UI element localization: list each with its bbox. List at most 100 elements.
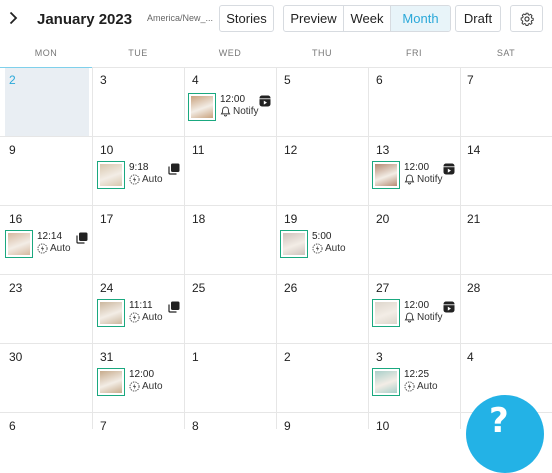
day-number[interactable]: 26 bbox=[284, 281, 297, 295]
day-number[interactable]: 10 bbox=[100, 143, 113, 157]
post-mode: Auto bbox=[129, 381, 163, 392]
day-number[interactable]: 19 bbox=[284, 212, 297, 226]
thumb-image bbox=[8, 233, 30, 255]
day-number[interactable]: 11 bbox=[192, 143, 204, 157]
bell-icon bbox=[220, 106, 231, 117]
carousel-icon bbox=[168, 301, 180, 313]
draft-button[interactable]: Draft bbox=[455, 5, 501, 32]
day-number[interactable]: 10 bbox=[376, 419, 389, 433]
post-time: 9:18 bbox=[129, 162, 149, 173]
post-time: 12:14 bbox=[37, 231, 63, 242]
thumb-image bbox=[375, 371, 397, 393]
day-number[interactable]: 5 bbox=[284, 73, 291, 87]
week-view-button[interactable]: Week bbox=[344, 6, 391, 31]
post-mode-label: Auto bbox=[142, 174, 163, 185]
post-thumbnail[interactable] bbox=[372, 161, 400, 189]
scheduled-post[interactable]: 12:00 Notify bbox=[188, 93, 273, 123]
day-number[interactable]: 4 bbox=[192, 73, 199, 87]
day-number[interactable]: 4 bbox=[467, 350, 474, 364]
post-thumbnail[interactable] bbox=[97, 299, 125, 327]
scheduled-post[interactable]: 12:14 Auto bbox=[5, 230, 90, 260]
post-time: 12:25 bbox=[404, 369, 430, 380]
today-accent-line bbox=[0, 67, 92, 68]
day-number[interactable]: 18 bbox=[192, 212, 205, 226]
chevron-right-icon[interactable] bbox=[6, 9, 20, 27]
day-number[interactable]: 7 bbox=[100, 419, 107, 433]
weekday-tue: TUE bbox=[128, 48, 148, 58]
post-thumbnail[interactable] bbox=[97, 161, 125, 189]
day-number[interactable]: 14 bbox=[467, 143, 480, 157]
day-number[interactable]: 31 bbox=[100, 350, 113, 364]
bell-icon bbox=[404, 174, 415, 185]
post-time: 12:00 bbox=[220, 94, 246, 105]
preview-view-button[interactable]: Preview bbox=[284, 6, 344, 31]
weekday-thu: THU bbox=[312, 48, 332, 58]
carousel-icon bbox=[76, 232, 88, 244]
stories-button[interactable]: Stories bbox=[219, 5, 274, 32]
day-number[interactable]: 20 bbox=[376, 212, 389, 226]
grid-line bbox=[460, 67, 461, 429]
day-number[interactable]: 3 bbox=[376, 350, 383, 364]
post-thumbnail[interactable] bbox=[280, 230, 308, 258]
day-number[interactable]: 6 bbox=[9, 419, 16, 433]
scheduled-post[interactable]: 5:00 Auto bbox=[280, 230, 365, 260]
day-number[interactable]: 2 bbox=[9, 73, 16, 87]
day-number[interactable]: 24 bbox=[100, 281, 113, 295]
reel-icon bbox=[443, 301, 455, 313]
scheduled-post[interactable]: 9:18 Auto bbox=[97, 161, 182, 191]
day-number[interactable]: 13 bbox=[376, 143, 389, 157]
post-time: 12:00 bbox=[404, 162, 430, 173]
thumb-image bbox=[191, 96, 213, 118]
day-number[interactable]: 16 bbox=[9, 212, 22, 226]
help-button[interactable]: ? bbox=[466, 395, 544, 473]
day-number[interactable]: 2 bbox=[284, 350, 291, 364]
day-number[interactable]: 28 bbox=[467, 281, 480, 295]
day-number[interactable]: 6 bbox=[376, 73, 383, 87]
timezone-label[interactable]: America/New_... bbox=[147, 13, 213, 23]
post-mode-label: Auto bbox=[417, 381, 438, 392]
day-number[interactable]: 27 bbox=[376, 281, 389, 295]
grid-line bbox=[92, 67, 93, 429]
month-view-button[interactable]: Month bbox=[391, 6, 450, 31]
day-number[interactable]: 12 bbox=[284, 143, 297, 157]
bell-icon bbox=[404, 312, 415, 323]
scheduled-post[interactable]: 12:00 Auto bbox=[97, 368, 182, 398]
post-mode: Notify bbox=[404, 174, 443, 185]
post-thumbnail[interactable] bbox=[372, 299, 400, 327]
day-number[interactable]: 30 bbox=[9, 350, 22, 364]
view-switcher: Preview Week Month bbox=[283, 5, 451, 32]
day-number[interactable]: 25 bbox=[192, 281, 205, 295]
scheduled-post[interactable]: 12:00 Notify bbox=[372, 299, 457, 329]
scheduled-post[interactable]: 11:11 Auto bbox=[97, 299, 182, 329]
auto-publish-icon bbox=[129, 174, 140, 185]
day-number[interactable]: 7 bbox=[467, 73, 474, 87]
day-number[interactable]: 9 bbox=[284, 419, 291, 433]
day-number[interactable]: 23 bbox=[9, 281, 22, 295]
post-mode-label: Notify bbox=[233, 106, 259, 117]
post-mode-label: Notify bbox=[417, 174, 443, 185]
post-mode: Auto bbox=[37, 243, 71, 254]
post-thumbnail[interactable] bbox=[188, 93, 216, 121]
settings-button[interactable] bbox=[510, 5, 543, 32]
carousel-icon bbox=[168, 163, 180, 175]
thumb-image bbox=[375, 302, 397, 324]
post-time: 5:00 bbox=[312, 231, 332, 242]
thumb-image bbox=[283, 233, 305, 255]
auto-publish-icon bbox=[404, 381, 415, 392]
thumb-image bbox=[100, 302, 122, 324]
post-time: 12:00 bbox=[404, 300, 430, 311]
post-mode: Auto bbox=[312, 243, 346, 254]
day-number[interactable]: 17 bbox=[100, 212, 113, 226]
post-mode-label: Notify bbox=[417, 312, 443, 323]
day-number[interactable]: 9 bbox=[9, 143, 16, 157]
day-number[interactable]: 1 bbox=[192, 350, 199, 364]
post-thumbnail[interactable] bbox=[5, 230, 33, 258]
day-number[interactable]: 21 bbox=[467, 212, 480, 226]
day-number[interactable]: 3 bbox=[100, 73, 107, 87]
scheduled-post[interactable]: 12:25 Auto bbox=[372, 368, 457, 398]
post-thumbnail[interactable] bbox=[372, 368, 400, 396]
post-thumbnail[interactable] bbox=[97, 368, 125, 396]
day-number[interactable]: 8 bbox=[192, 419, 199, 433]
scheduled-post[interactable]: 12:00 Notify bbox=[372, 161, 457, 191]
grid-line bbox=[184, 67, 185, 429]
